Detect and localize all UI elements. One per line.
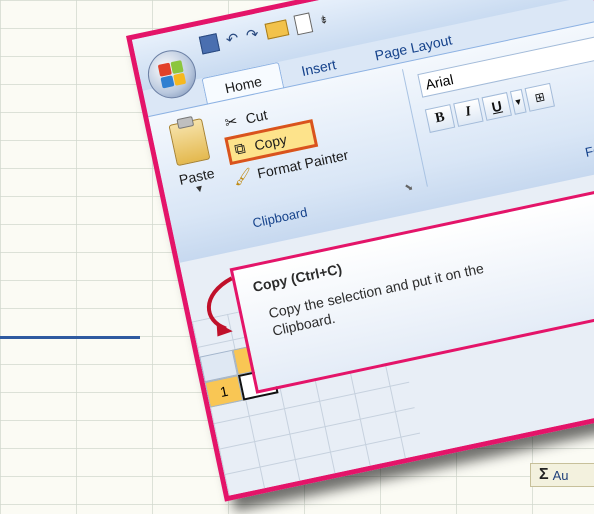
autosum-label: Au: [552, 467, 569, 483]
new-document-icon[interactable]: [293, 12, 314, 36]
office-logo-icon: [157, 60, 187, 89]
undo-icon[interactable]: ↶: [224, 29, 240, 49]
italic-button[interactable]: I: [453, 98, 484, 127]
scissors-icon: ✂: [223, 112, 240, 133]
redo-icon[interactable]: ↷: [244, 25, 261, 45]
underline-dropdown[interactable]: ▼: [509, 88, 527, 115]
copy-label: Copy: [252, 131, 289, 154]
underline-button[interactable]: U: [481, 92, 512, 121]
dialog-launcher-icon[interactable]: ⬊: [404, 182, 414, 195]
paintbrush-icon: 🖌: [231, 166, 255, 188]
customize-icon[interactable]: ⇟: [318, 12, 330, 27]
borders-icon[interactable]: ⊞: [524, 82, 555, 112]
font-group-label: Font: [583, 139, 594, 160]
sigma-icon: Σ: [539, 466, 549, 483]
paste-button[interactable]: Paste ▼: [158, 112, 232, 221]
open-folder-icon[interactable]: [264, 19, 290, 40]
background-divider: [0, 336, 140, 339]
autosum-button[interactable]: Σ Au: [530, 463, 594, 487]
copy-icon: ⧉: [232, 139, 247, 159]
bold-button[interactable]: B: [424, 104, 456, 133]
save-icon[interactable]: [198, 33, 221, 55]
clipboard-group-label: Clipboard: [251, 204, 309, 231]
cut-label: Cut: [244, 106, 269, 127]
clipboard-icon: [168, 118, 211, 167]
